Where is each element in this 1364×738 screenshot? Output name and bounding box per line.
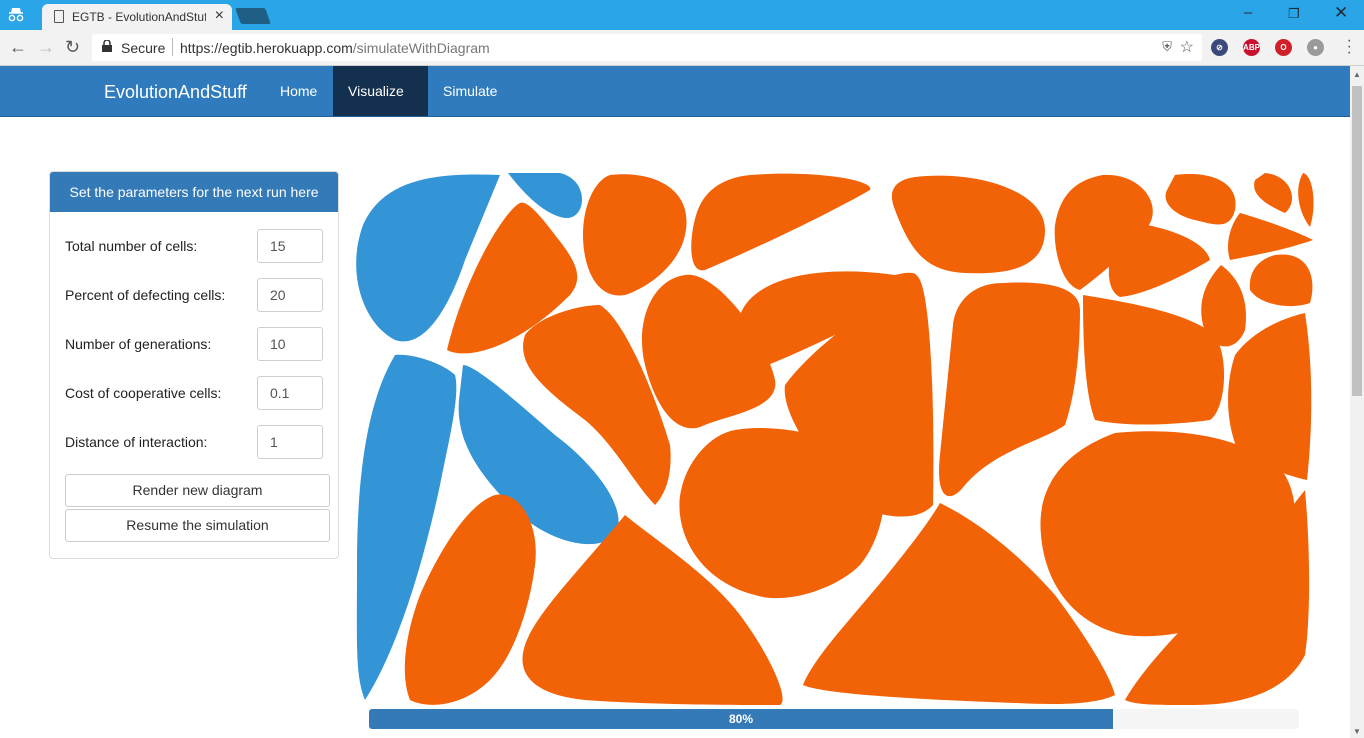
caret-down-icon bbox=[351, 140, 359, 145]
render-diagram-button[interactable]: Render new diagram bbox=[65, 474, 330, 507]
cooperation-cost-label: Cost of cooperative cells: bbox=[65, 385, 222, 401]
interaction-distance-input[interactable]: 1 bbox=[257, 425, 323, 459]
total-cells-input[interactable]: 15 bbox=[257, 229, 323, 263]
globe-icon[interactable]: ● bbox=[1307, 39, 1324, 56]
site-navbar: EvolutionAndStuff Home Visualize Simulat… bbox=[0, 66, 1350, 145]
defecting-percent-label: Percent of defecting cells: bbox=[65, 287, 226, 303]
back-icon[interactable]: ← bbox=[9, 37, 27, 58]
parameters-panel: Set the parameters for the next run here… bbox=[49, 171, 339, 559]
defecting-percent-input[interactable]: 20 bbox=[257, 278, 323, 312]
document-icon bbox=[54, 10, 64, 23]
total-cells-label: Total number of cells: bbox=[65, 238, 198, 254]
incognito-icon bbox=[7, 6, 25, 25]
reload-icon[interactable]: ↻ bbox=[65, 37, 80, 58]
nav-simulate[interactable]: Simulate bbox=[428, 66, 512, 116]
scrollbar-thumb[interactable] bbox=[1352, 86, 1362, 396]
adblock-plus-icon[interactable]: ABP bbox=[1243, 39, 1260, 56]
cooperative-cell bbox=[679, 428, 885, 599]
minimize-icon[interactable]: – bbox=[1244, 4, 1252, 21]
url-path: /simulateWithDiagram bbox=[352, 40, 490, 56]
bookmark-star-icon[interactable]: ☆ bbox=[1180, 37, 1194, 57]
cooperative-cell bbox=[1249, 254, 1313, 307]
browser-tab[interactable]: EGTB - EvolutionAndStuf × bbox=[42, 4, 232, 30]
scroll-up-icon[interactable]: ▲ bbox=[1353, 70, 1361, 79]
progress-label: 80% bbox=[728, 712, 754, 726]
progress-fill: 80% bbox=[369, 709, 1113, 729]
forward-icon[interactable]: → bbox=[37, 37, 55, 58]
tab-title: EGTB - EvolutionAndStuf bbox=[72, 10, 206, 24]
privacy-badger-icon[interactable]: ⊘ bbox=[1211, 39, 1228, 56]
voronoi-diagram[interactable] bbox=[355, 165, 1320, 707]
cooperative-cell bbox=[1298, 173, 1314, 227]
vertical-scrollbar[interactable]: ▲ ▼ bbox=[1350, 66, 1364, 738]
nav-home[interactable]: Home bbox=[265, 66, 332, 116]
resume-simulation-button[interactable]: Resume the simulation bbox=[65, 509, 330, 542]
new-tab-button[interactable] bbox=[235, 8, 271, 24]
close-tab-icon[interactable]: × bbox=[215, 7, 224, 25]
separator bbox=[172, 38, 173, 56]
close-window-icon[interactable]: ✕ bbox=[1334, 3, 1348, 23]
browser-tab-bar: EGTB - EvolutionAndStuf × – ❐ ✕ bbox=[0, 0, 1364, 30]
shield-icon[interactable]: ⛨ bbox=[1162, 39, 1172, 55]
cooperative-cell bbox=[939, 282, 1080, 497]
url-text[interactable]: https://egtib.herokuapp.com/simulateWith… bbox=[180, 40, 490, 56]
generations-input[interactable]: 10 bbox=[257, 327, 323, 361]
cooperative-cell bbox=[691, 173, 871, 271]
menu-icon[interactable]: · · · bbox=[1347, 33, 1352, 61]
cooperative-cell bbox=[1228, 213, 1313, 260]
cooperative-cell bbox=[891, 175, 1045, 274]
nav-home-label: Home bbox=[280, 83, 318, 99]
cooperative-cell bbox=[583, 174, 687, 296]
nav-visualize[interactable]: Visualize bbox=[333, 66, 428, 145]
opera-icon[interactable]: O bbox=[1275, 39, 1292, 56]
progress-bar: 80% bbox=[369, 709, 1299, 729]
nav-visualize-label: Visualize bbox=[348, 83, 404, 99]
address-bar[interactable]: Secure https://egtib.herokuapp.com/simul… bbox=[92, 34, 1202, 61]
browser-toolbar: ← → ↻ Secure https://egtib.herokuapp.com… bbox=[0, 30, 1364, 66]
brand-logo[interactable]: EvolutionAndStuff bbox=[104, 82, 247, 103]
lock-icon bbox=[102, 40, 112, 52]
cooperative-cell bbox=[1165, 174, 1236, 225]
secure-label: Secure bbox=[121, 40, 166, 56]
interaction-distance-label: Distance of interaction: bbox=[65, 434, 208, 450]
cooperative-cell bbox=[1254, 173, 1293, 213]
generations-label: Number of generations: bbox=[65, 336, 212, 352]
cooperation-cost-input[interactable]: 0.1 bbox=[257, 376, 323, 410]
panel-heading: Set the parameters for the next run here bbox=[50, 172, 338, 212]
url-host: https://egtib.herokuapp.com bbox=[180, 40, 353, 56]
scroll-down-icon[interactable]: ▼ bbox=[1353, 727, 1361, 736]
nav-simulate-label: Simulate bbox=[443, 83, 498, 99]
restore-icon[interactable]: ❐ bbox=[1288, 6, 1300, 22]
